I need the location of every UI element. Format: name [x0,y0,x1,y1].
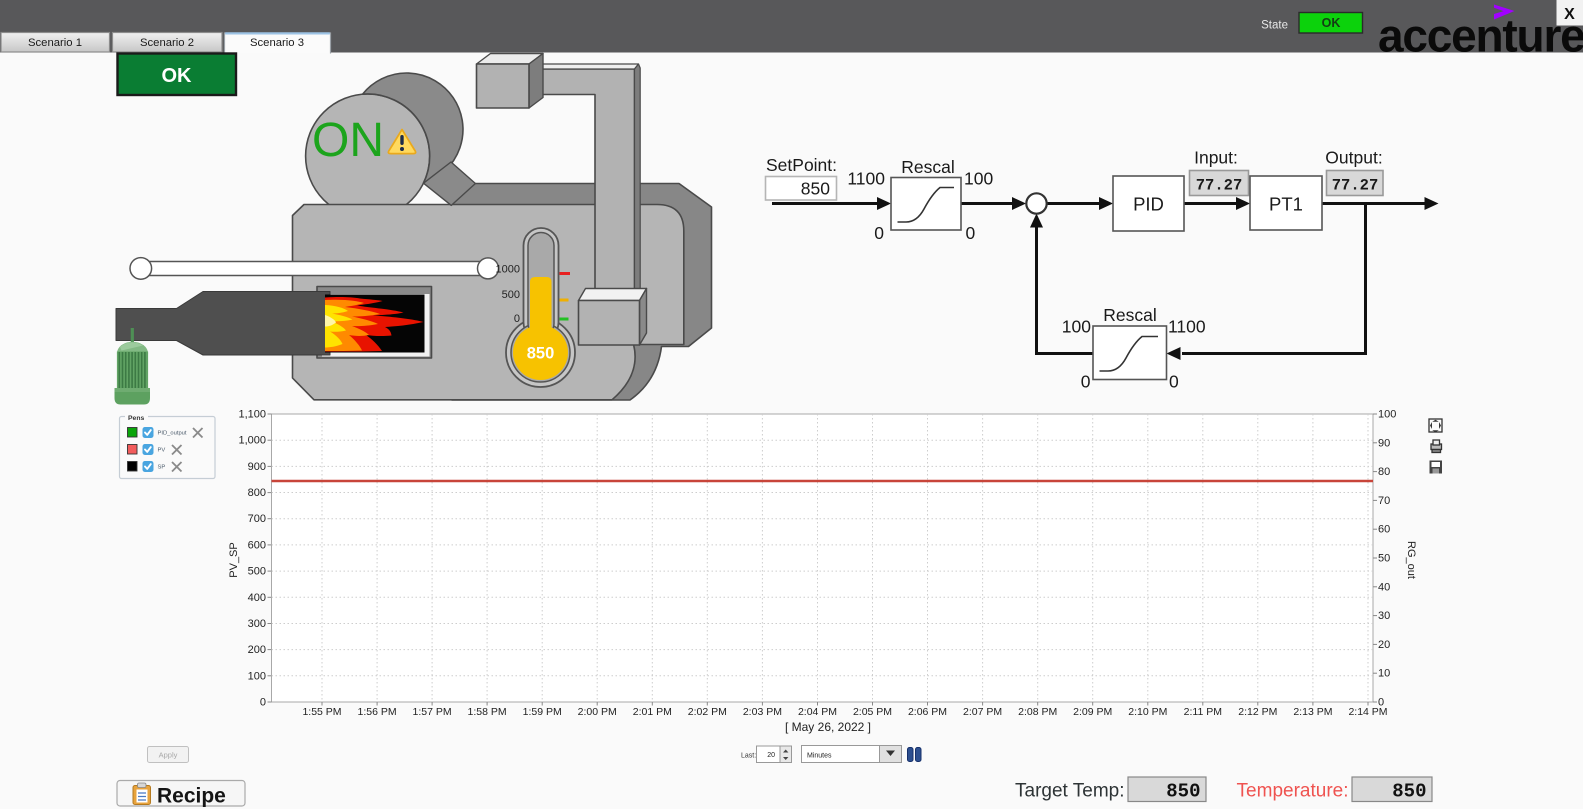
svg-text:PT1: PT1 [1269,194,1303,215]
svg-text:0: 0 [966,223,976,243]
svg-text:Scenario 3: Scenario 3 [250,37,304,49]
svg-text:2:05 PM: 2:05 PM [853,706,892,718]
svg-text:2:04 PM: 2:04 PM [798,706,837,718]
svg-text:Apply: Apply [159,751,178,760]
svg-text:800: 800 [248,487,266,499]
svg-text:40: 40 [1378,581,1390,593]
svg-text:300: 300 [248,618,266,630]
svg-text:Pens: Pens [128,415,144,422]
svg-text:Temperature:: Temperature: [1237,781,1349,802]
svg-text:2:12 PM: 2:12 PM [1238,706,1277,718]
svg-text:OK: OK [162,65,193,87]
svg-text:20: 20 [767,752,775,759]
svg-text:100: 100 [964,169,993,189]
svg-text:RG_out: RG_out [1405,541,1417,579]
svg-text:2:07 PM: 2:07 PM [963,706,1002,718]
svg-text:20: 20 [1378,639,1390,651]
svg-text:Minutes: Minutes [807,753,832,760]
svg-text:2:13 PM: 2:13 PM [1293,706,1332,718]
svg-text:1:57 PM: 1:57 PM [413,706,452,718]
svg-text:700: 700 [248,513,266,525]
svg-text:2:14 PM: 2:14 PM [1348,706,1387,718]
svg-text:400: 400 [248,592,266,604]
svg-text:0: 0 [260,697,266,709]
svg-text:Scenario 2: Scenario 2 [140,37,194,49]
svg-text:1100: 1100 [847,169,885,189]
svg-text:500: 500 [502,289,520,301]
svg-text:30: 30 [1378,610,1390,622]
svg-text:850: 850 [801,179,830,199]
svg-text:SetPoint:: SetPoint: [766,155,837,175]
svg-text:Input:: Input: [1194,148,1238,168]
svg-text:State: State [1261,20,1288,32]
svg-text:ON: ON [312,114,384,167]
svg-text:1,100: 1,100 [238,409,266,421]
svg-text:100: 100 [1062,317,1091,337]
svg-text:60: 60 [1378,524,1390,536]
svg-text:850: 850 [527,345,555,363]
svg-text:100: 100 [1378,409,1396,421]
svg-text:2:02 PM: 2:02 PM [688,706,727,718]
svg-text:1:55 PM: 1:55 PM [302,706,341,718]
svg-text:2:01 PM: 2:01 PM [633,706,672,718]
svg-text:0: 0 [1081,372,1091,392]
svg-text:1,000: 1,000 [238,435,266,447]
svg-text:0: 0 [514,313,520,325]
svg-text:200: 200 [248,644,266,656]
svg-text:Rescal: Rescal [1103,305,1157,325]
svg-text:1:59 PM: 1:59 PM [523,706,562,718]
svg-text:Output:: Output: [1325,148,1382,168]
svg-text:850: 850 [1166,781,1200,803]
svg-text:Target Temp:: Target Temp: [1015,781,1124,802]
svg-text:2:10 PM: 2:10 PM [1128,706,1167,718]
svg-text:2:08 PM: 2:08 PM [1018,706,1057,718]
svg-text:2:06 PM: 2:06 PM [908,706,947,718]
svg-text:77.27: 77.27 [1332,177,1379,195]
svg-text:90: 90 [1378,437,1390,449]
svg-text:500: 500 [248,566,266,578]
svg-text:850: 850 [1392,781,1426,803]
svg-text:10: 10 [1378,668,1390,680]
svg-text:0: 0 [1169,372,1179,392]
svg-text:1:56 PM: 1:56 PM [358,706,397,718]
svg-text:2:11 PM: 2:11 PM [1184,706,1222,718]
svg-text:X: X [1564,6,1575,23]
svg-text:50: 50 [1378,553,1390,565]
svg-text:PV_SP: PV_SP [228,542,240,577]
svg-text:2:03 PM: 2:03 PM [743,706,782,718]
svg-text:PID_output: PID_output [158,431,187,437]
svg-text:100: 100 [248,670,266,682]
svg-text:0: 0 [874,223,884,243]
svg-text:1100: 1100 [1168,317,1206,337]
svg-text:Last:: Last: [741,753,756,760]
svg-text:1000: 1000 [496,264,520,276]
svg-text:1:58 PM: 1:58 PM [468,706,507,718]
svg-text:80: 80 [1378,466,1390,478]
svg-text:OK: OK [1322,16,1341,30]
svg-text:70: 70 [1378,495,1390,507]
svg-text:Rescal: Rescal [901,157,955,177]
svg-text:Scenario 1: Scenario 1 [28,37,82,49]
svg-text:PID: PID [1133,194,1164,215]
svg-text:PV: PV [158,448,166,454]
svg-text:accenture: accenture [1378,10,1583,62]
svg-text:[ May 26, 2022 ]: [ May 26, 2022 ] [785,720,871,734]
svg-text:600: 600 [248,539,266,551]
svg-text:Recipe: Recipe [157,785,226,808]
svg-text:77.27: 77.27 [1196,177,1243,195]
svg-text:900: 900 [248,461,266,473]
svg-text:SP: SP [158,465,166,471]
svg-text:2:00 PM: 2:00 PM [578,706,617,718]
svg-text:2:09 PM: 2:09 PM [1073,706,1112,718]
